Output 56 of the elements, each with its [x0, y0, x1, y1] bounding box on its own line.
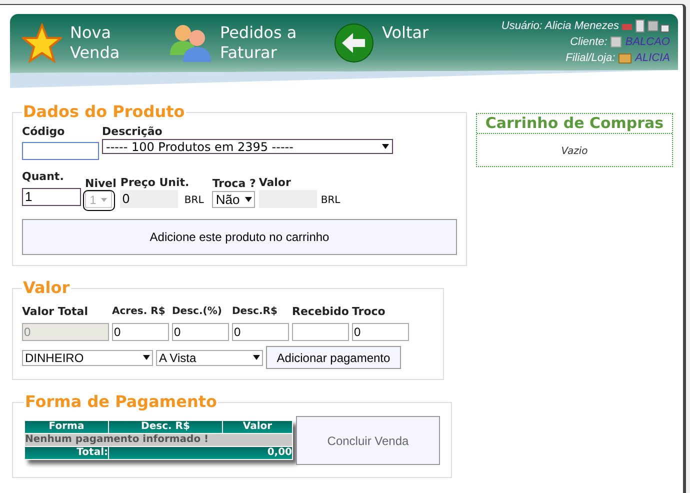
field-label: Acres. R$	[112, 305, 166, 319]
section-title: Valor	[22, 279, 71, 297]
amount-input[interactable]	[292, 323, 349, 341]
currency-label: BRL	[184, 194, 205, 208]
payment-method-select[interactable]: DINHEIRO	[22, 350, 153, 366]
box-icon	[618, 52, 632, 64]
field-label: Valor	[258, 176, 292, 190]
field-label: Descrição	[102, 125, 164, 139]
field-label: Desc.R$	[232, 305, 278, 319]
column-header: Valor	[222, 420, 292, 434]
nav-button[interactable]: Nova Venda	[22, 23, 162, 63]
quantity-input[interactable]: 1	[22, 188, 81, 206]
amount-input[interactable]: 0	[112, 323, 169, 341]
caret-icon	[253, 355, 260, 360]
field-label: Quant.	[22, 170, 65, 184]
column-header: Desc. R$	[108, 420, 222, 434]
field-label: Desc.(%)	[172, 305, 223, 319]
section-title: Dados do Produto	[22, 103, 186, 121]
price-input[interactable]: 0	[120, 190, 178, 208]
column-header: Forma	[24, 420, 108, 434]
exchange-select[interactable]: Não	[212, 191, 256, 208]
amount-input[interactable]: 0	[232, 323, 289, 341]
payment-terms-select[interactable]: A Vista	[156, 350, 263, 366]
store-icon	[610, 36, 622, 48]
toolbar-icons[interactable]	[622, 19, 670, 33]
user-name: Usuário: Alicia Menezes	[501, 19, 619, 34]
nav-button[interactable]: Pedidos a Faturar	[168, 23, 328, 63]
field-label: Nivel	[85, 177, 116, 191]
caret-icon	[101, 198, 108, 202]
client-label: Cliente:	[570, 35, 608, 50]
table-cell: Total:	[24, 446, 108, 460]
code-input[interactable]	[22, 142, 99, 160]
add-to-cart-button[interactable]: Adicione este produto no carrinho	[22, 219, 457, 255]
caret-icon	[143, 355, 150, 360]
field-label: Recebido	[292, 305, 349, 319]
nav-button[interactable]: Voltar	[334, 23, 444, 63]
description-select[interactable]: ----- 100 Produtos em 2395 -----	[102, 139, 393, 154]
star-icon	[22, 23, 62, 63]
field-label: Troco	[352, 305, 386, 319]
field-label: Valor Total	[22, 305, 89, 319]
field-label: Troca ?	[212, 177, 256, 191]
add-payment-button[interactable]: Adicionar pagamento	[266, 346, 401, 369]
table-cell: 0,00	[108, 446, 292, 460]
amount-input[interactable]: 0	[172, 323, 229, 341]
amount-input[interactable]: 0	[352, 323, 409, 341]
cart-title: Carrinho de Compras	[477, 114, 672, 134]
field-label: Código	[22, 125, 66, 139]
currency-label: BRL	[320, 194, 340, 208]
field-label: Preço Unit.	[120, 176, 190, 190]
cart-empty-text: Vazio	[560, 145, 589, 159]
people-icon	[168, 23, 212, 63]
section-title: Forma de Pagamento	[24, 393, 218, 411]
caret-icon	[244, 197, 252, 202]
finish-sale-button[interactable]: Concluir Venda	[296, 416, 440, 465]
store-label: Filial/Loja:	[566, 51, 616, 66]
caret-icon	[382, 144, 389, 149]
